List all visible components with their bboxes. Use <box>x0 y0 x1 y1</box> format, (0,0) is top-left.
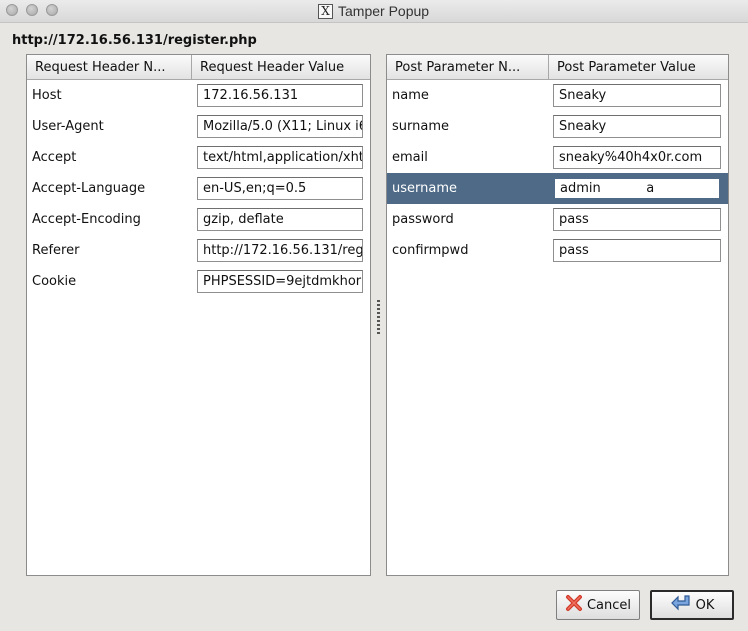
table-row[interactable]: Accept-Language en-US,en;q=0.5 <box>27 173 370 204</box>
table-row[interactable]: Accept-Encoding gzip, deflate <box>27 204 370 235</box>
table-row-selected[interactable]: username admin a <box>387 173 728 204</box>
header-value-field[interactable]: Mozilla/5.0 (X11; Linux i6 <box>197 115 363 138</box>
ok-label: OK <box>695 597 715 613</box>
table-row[interactable]: email sneaky%40h4x0r.com <box>387 142 728 173</box>
red-x-icon <box>565 594 583 616</box>
pane-splitter-handle[interactable] <box>374 300 382 336</box>
ok-button[interactable]: OK <box>650 590 734 620</box>
x11-icon: X <box>318 3 333 19</box>
table-row[interactable]: surname Sneaky <box>387 111 728 142</box>
header-value-field[interactable]: 172.16.56.131 <box>197 84 363 107</box>
header-name: Host <box>32 88 62 103</box>
param-name: username <box>392 181 457 196</box>
table-row[interactable]: User-Agent Mozilla/5.0 (X11; Linux i6 <box>27 111 370 142</box>
request-url: http://172.16.56.131/register.php <box>12 33 257 48</box>
param-value-field[interactable]: Sneaky <box>553 115 721 138</box>
header-value-field[interactable]: text/html,application/xhtı <box>197 146 363 169</box>
table-row[interactable]: password pass <box>387 204 728 235</box>
param-name: email <box>392 150 428 165</box>
param-value-field[interactable]: Sneaky <box>553 84 721 107</box>
param-value-field[interactable]: admin a <box>553 177 721 200</box>
param-name: password <box>392 212 454 227</box>
table-row[interactable]: name Sneaky <box>387 80 728 111</box>
column-header-post-parameter-name[interactable]: Post Parameter N... <box>387 55 549 80</box>
cancel-button[interactable]: Cancel <box>556 590 640 620</box>
table-row[interactable]: Host 172.16.56.131 <box>27 80 370 111</box>
column-header-request-header-value[interactable]: Request Header Value <box>192 55 370 80</box>
header-name: Cookie <box>32 274 77 289</box>
param-value-field[interactable]: sneaky%40h4x0r.com <box>553 146 721 169</box>
table-row[interactable]: Cookie PHPSESSID=9ejtdmkhor <box>27 266 370 297</box>
param-value-field[interactable]: pass <box>553 239 721 262</box>
column-header-request-header-name[interactable]: Request Header N... <box>27 55 192 80</box>
param-name: surname <box>392 119 449 134</box>
header-name: Accept-Language <box>32 181 146 196</box>
table-row[interactable]: Accept text/html,application/xhtı <box>27 142 370 173</box>
header-value-field[interactable]: http://172.16.56.131/regi <box>197 239 363 262</box>
cancel-label: Cancel <box>586 597 632 613</box>
blue-arrow-icon <box>670 594 692 616</box>
param-name: confirmpwd <box>392 243 469 258</box>
window-title: Tamper Popup <box>338 3 430 19</box>
header-value-field[interactable]: gzip, deflate <box>197 208 363 231</box>
table-row[interactable]: Referer http://172.16.56.131/regi <box>27 235 370 266</box>
close-window-button[interactable] <box>6 4 18 16</box>
header-value-field[interactable]: en-US,en;q=0.5 <box>197 177 363 200</box>
table-row[interactable]: confirmpwd pass <box>387 235 728 266</box>
header-value-field[interactable]: PHPSESSID=9ejtdmkhor <box>197 270 363 293</box>
maximize-window-button[interactable] <box>46 4 58 16</box>
minimize-window-button[interactable] <box>26 4 38 16</box>
header-name: Accept-Encoding <box>32 212 141 227</box>
post-parameters-table: Post Parameter N... Post Parameter Value… <box>386 54 729 576</box>
header-name: User-Agent <box>32 119 104 134</box>
request-headers-table: Request Header N... Request Header Value… <box>26 54 371 576</box>
header-name: Referer <box>32 243 80 258</box>
column-header-post-parameter-value[interactable]: Post Parameter Value <box>549 55 728 80</box>
header-name: Accept <box>32 150 77 165</box>
param-value-field[interactable]: pass <box>553 208 721 231</box>
title-bar: X Tamper Popup <box>0 0 748 23</box>
param-name: name <box>392 88 429 103</box>
